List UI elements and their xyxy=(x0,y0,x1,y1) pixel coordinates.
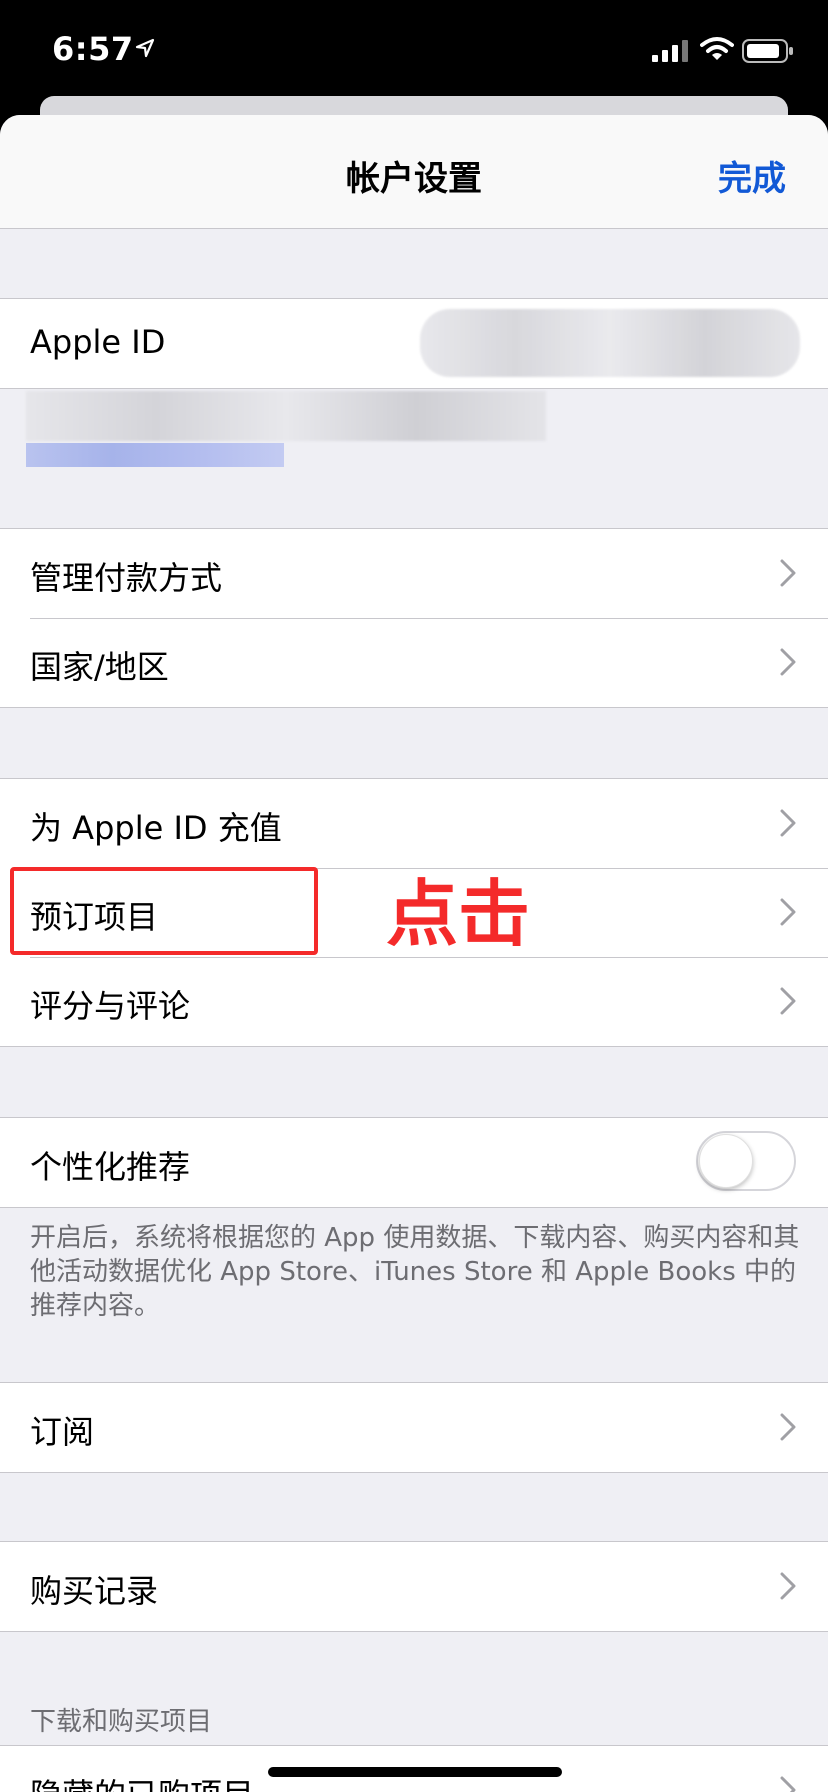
add-funds-label: 为 Apple ID 充值 xyxy=(30,809,282,847)
personalized-footnote: 开启后，系统将根据您的 App 使用数据、下载内容、购买内容和其他活动数据优化 … xyxy=(30,1223,800,1321)
chevron-right-icon xyxy=(780,1776,796,1792)
account-info-redacted xyxy=(26,391,546,441)
annotation-label: 点击 xyxy=(386,872,531,956)
subscriptions-row[interactable]: 订阅 xyxy=(0,1383,828,1472)
apple-id-row[interactable]: Apple ID xyxy=(0,299,828,388)
personalized-recommendations-label: 个性化推荐 xyxy=(30,1148,191,1186)
hidden-purchases-label: 隐藏的已购项目 xyxy=(30,1770,254,1792)
account-link-redacted xyxy=(26,443,284,467)
navigation-bar: 帐户设置 完成 xyxy=(0,115,828,229)
purchase-history-label: 购买记录 xyxy=(30,1572,159,1610)
personalized-group: 个性化推荐 xyxy=(0,1117,828,1208)
purchase-history-group: 购买记录 xyxy=(0,1541,828,1632)
chevron-right-icon xyxy=(780,987,796,1015)
done-button[interactable]: 完成 xyxy=(718,151,786,200)
apple-id-value-redacted xyxy=(420,309,800,377)
personalized-recommendations-toggle[interactable] xyxy=(696,1131,796,1191)
wifi-icon xyxy=(700,37,734,60)
personalized-recommendations-row: 个性化推荐 xyxy=(0,1118,828,1207)
chevron-right-icon xyxy=(780,809,796,837)
status-time: 6:57 xyxy=(52,30,134,68)
subscriptions-label: 订阅 xyxy=(30,1413,95,1451)
country-region-label: 国家/地区 xyxy=(30,648,169,686)
apple-id-label: Apple ID xyxy=(30,323,166,361)
payment-region-group: 管理付款方式 国家/地区 xyxy=(0,528,828,708)
payment-methods-row[interactable]: 管理付款方式 xyxy=(0,529,828,618)
location-arrow-icon xyxy=(135,38,155,58)
chevron-right-icon xyxy=(780,1413,796,1441)
country-region-row[interactable]: 国家/地区 xyxy=(0,618,828,707)
apple-id-group: Apple ID xyxy=(0,298,828,389)
annotation-highlight-box xyxy=(10,867,318,955)
account-settings-sheet: 帐户设置 完成 Apple ID 管理付款方式 国家/地区 为 Apple ID… xyxy=(0,115,828,1792)
purchase-history-row[interactable]: 购买记录 xyxy=(0,1542,828,1631)
cellular-signal-icon xyxy=(652,40,688,62)
subscriptions-group: 订阅 xyxy=(0,1382,828,1473)
chevron-right-icon xyxy=(780,898,796,926)
payment-methods-label: 管理付款方式 xyxy=(30,559,223,597)
status-bar: 6:57 xyxy=(0,0,828,100)
ratings-reviews-row[interactable]: 评分与评论 xyxy=(0,957,828,1046)
downloads-section-header: 下载和购买项目 xyxy=(30,1707,213,1737)
page-title: 帐户设置 xyxy=(346,159,482,199)
chevron-right-icon xyxy=(780,1572,796,1600)
battery-icon xyxy=(742,39,793,63)
chevron-right-icon xyxy=(780,559,796,587)
chevron-right-icon xyxy=(780,648,796,676)
toggle-knob xyxy=(699,1134,753,1188)
home-indicator[interactable] xyxy=(268,1767,562,1777)
ratings-reviews-label: 评分与评论 xyxy=(30,987,191,1025)
